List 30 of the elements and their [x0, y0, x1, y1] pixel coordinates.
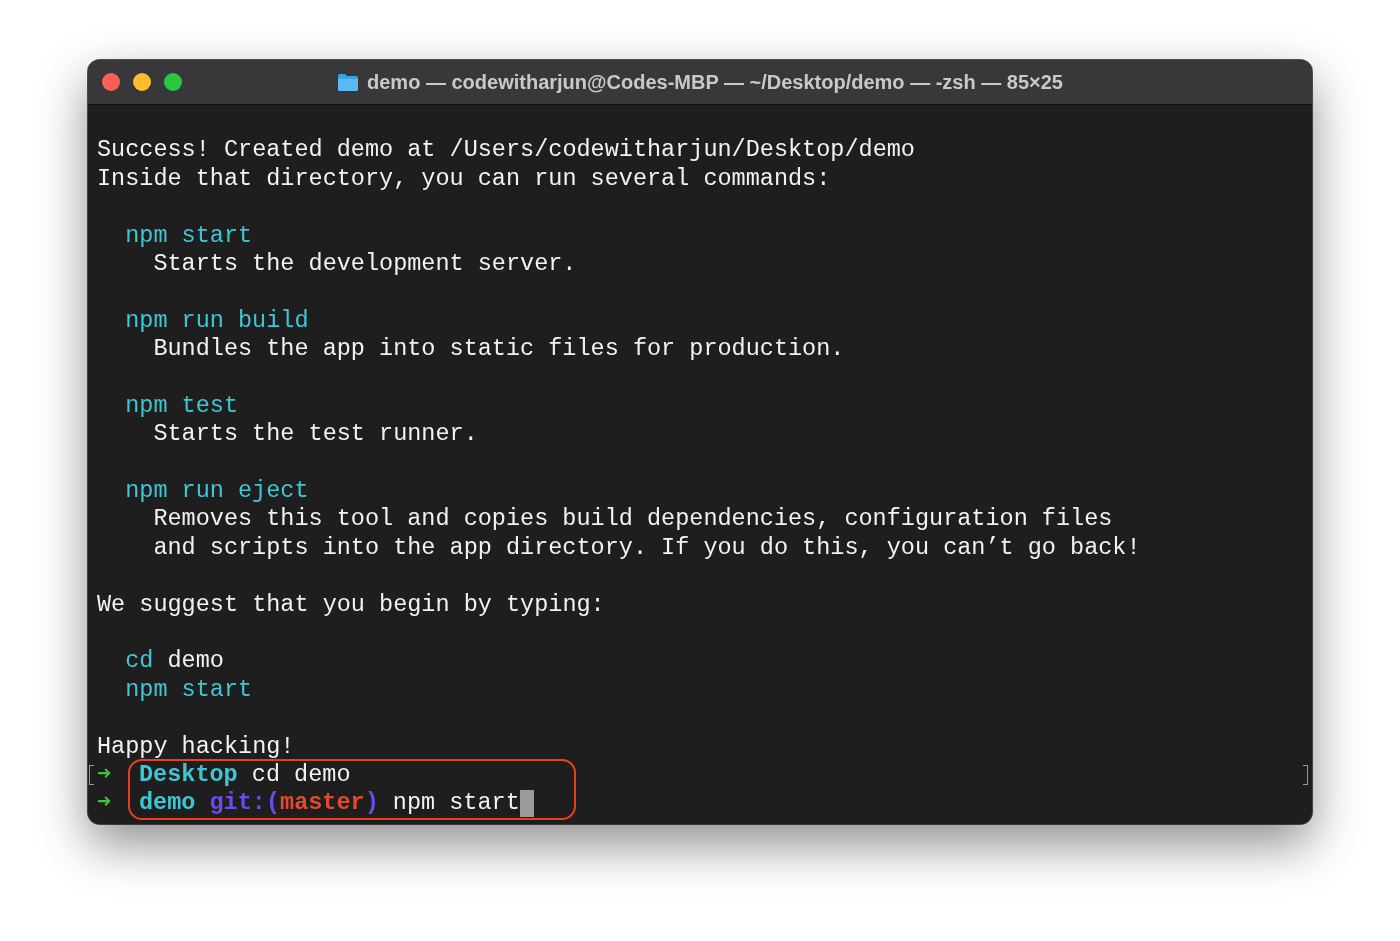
output-text: Starts the development server.	[153, 249, 577, 279]
output-text: Bundles the app into static files for production.	[153, 335, 845, 364]
prompt-directory: Desktop	[139, 761, 238, 790]
output-text: We suggest that you begin by typing:	[97, 590, 605, 620]
output-text: demo	[167, 647, 224, 676]
command-text: npm test	[125, 391, 239, 421]
command-text: npm run build	[125, 306, 309, 336]
branch-name: master	[280, 789, 365, 818]
output-text: Starts the test runner.	[153, 420, 478, 449]
minimize-button[interactable]	[133, 73, 151, 91]
command-text: npm start	[125, 675, 253, 705]
prompt-directory: demo	[139, 789, 196, 818]
folder-icon	[337, 72, 360, 92]
git-label: git:(	[209, 789, 281, 818]
output-text: cd demo	[251, 761, 351, 790]
prompt-arrow: ➜	[97, 761, 112, 790]
output-text: Success! Created demo at /Users/codewitharjun/Desktop/demo	[97, 136, 915, 165]
zoom-button[interactable]	[164, 73, 182, 91]
command-text: cd	[125, 647, 154, 676]
git-label: )	[364, 789, 379, 818]
command-text: npm run eject	[125, 477, 309, 506]
output-text: npm start	[392, 789, 520, 818]
close-button[interactable]	[102, 73, 120, 91]
output-text: Happy hacking!	[97, 732, 295, 761]
output-text: Removes this tool and copies build dependencies, configuration files	[153, 505, 1113, 534]
command-text: npm start	[125, 221, 253, 250]
output-text: Inside that directory, you can run several commands:	[97, 164, 831, 194]
output-text: and scripts into the app directory. If you do this, you can’t go back!	[153, 533, 1141, 563]
window-title: demo — codewitharjun@Codes-MBP — ~/Desktop/demo — -zsh — 85×25	[367, 70, 1063, 94]
prompt-arrow: ➜	[97, 789, 112, 818]
